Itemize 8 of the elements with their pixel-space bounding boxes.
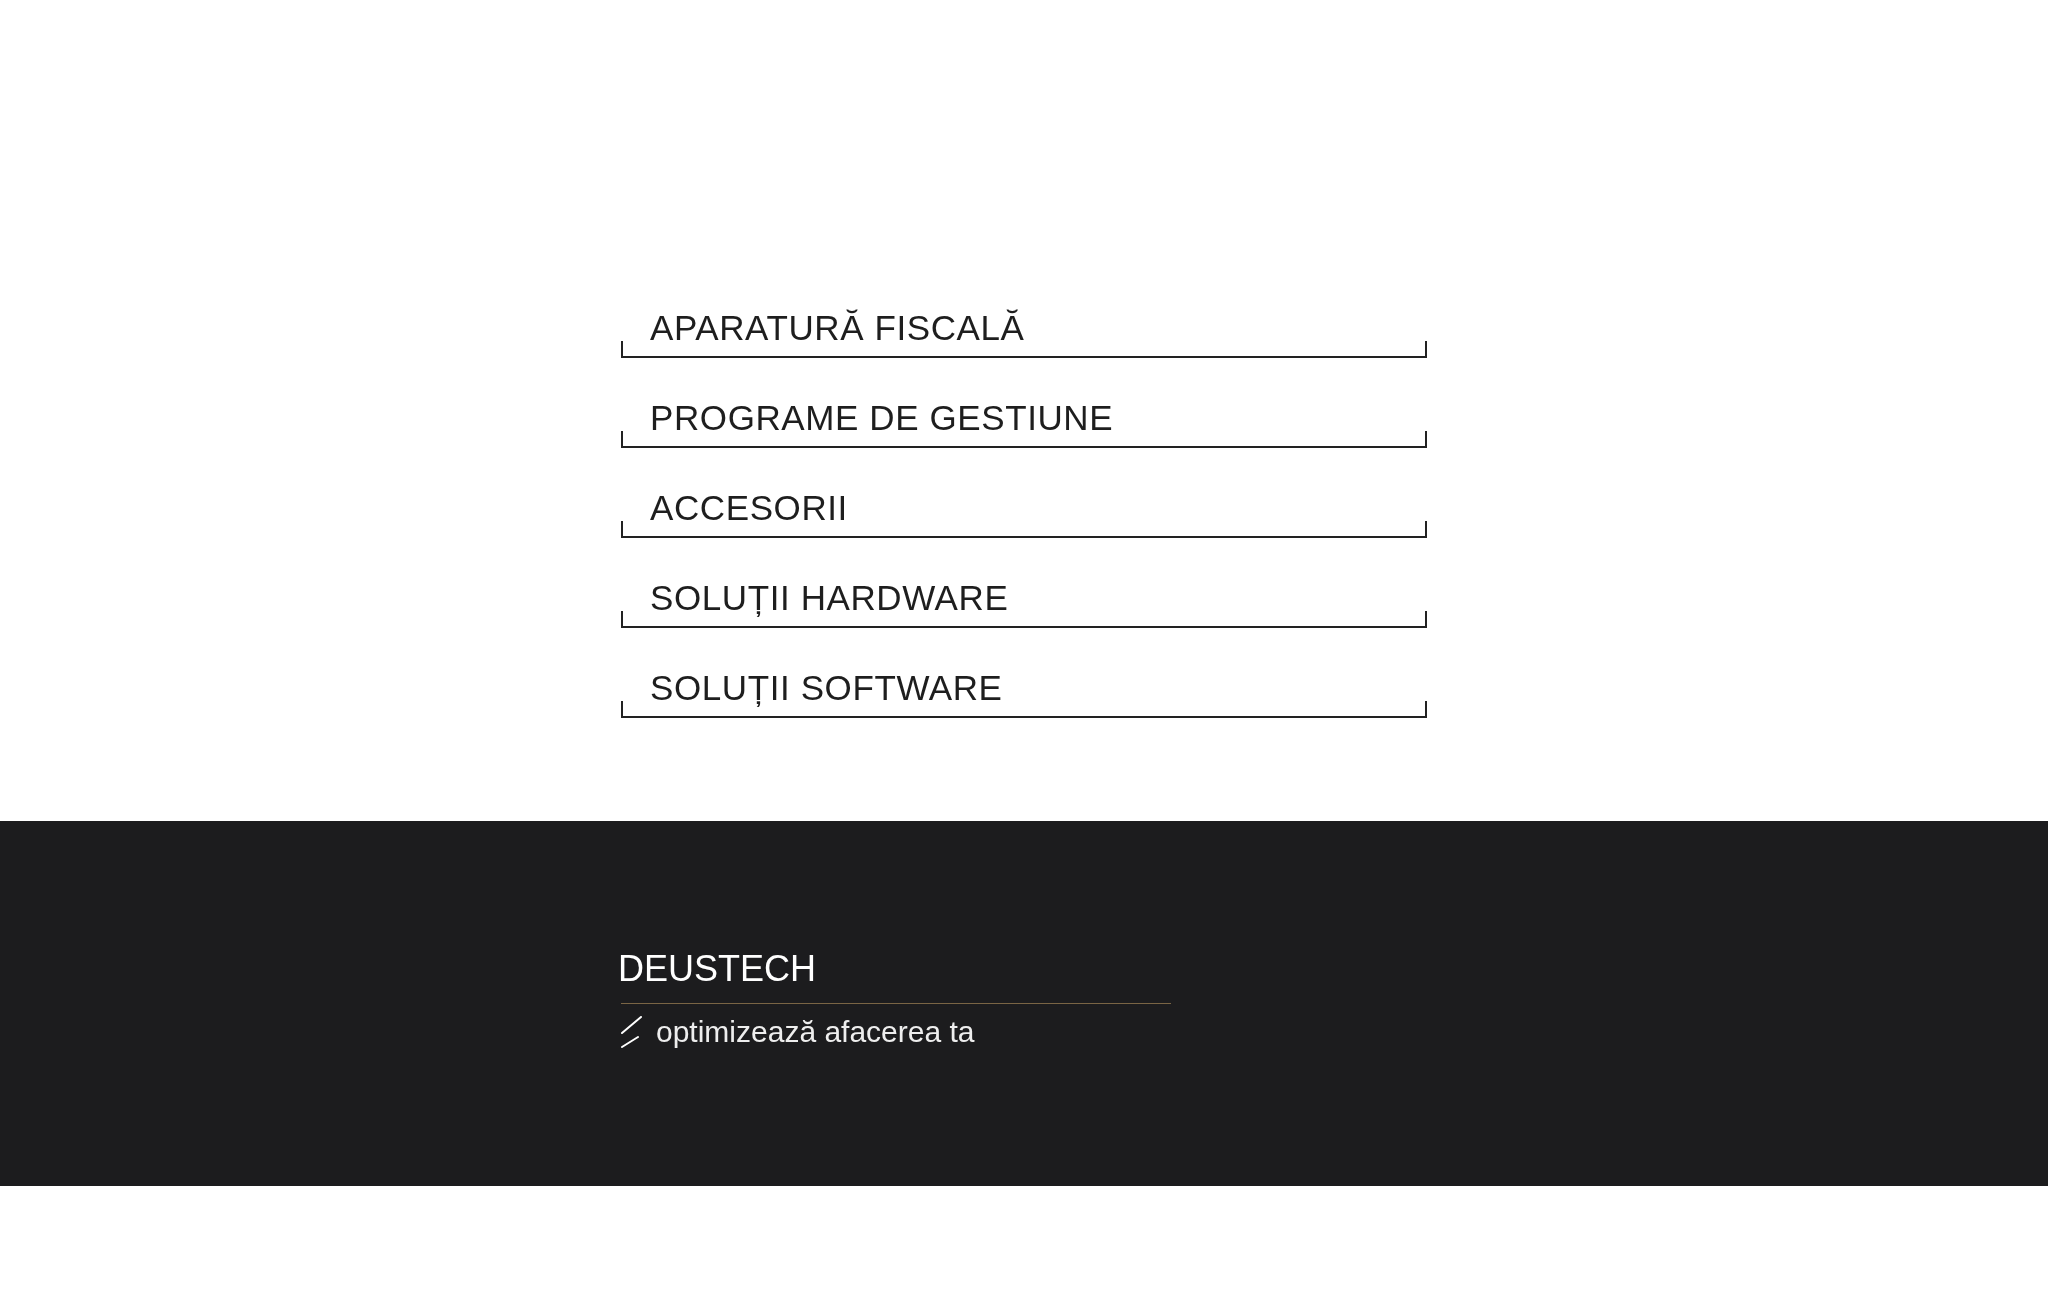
brand-name: DEUSTECH [618, 948, 817, 990]
menu-link[interactable]: APARATURĂ FISCALĂ [621, 308, 1427, 358]
tagline: optimizează afacerea ta [656, 1014, 975, 1050]
menu-link[interactable]: PROGRAME DE GESTIUNE [621, 398, 1427, 448]
double-slash-icon [621, 1016, 642, 1048]
menu-link[interactable]: ACCESORII [621, 488, 1427, 538]
menu-link[interactable]: SOLUȚII HARDWARE [621, 578, 1427, 628]
menu-link[interactable]: SOLUȚII SOFTWARE [621, 668, 1427, 718]
